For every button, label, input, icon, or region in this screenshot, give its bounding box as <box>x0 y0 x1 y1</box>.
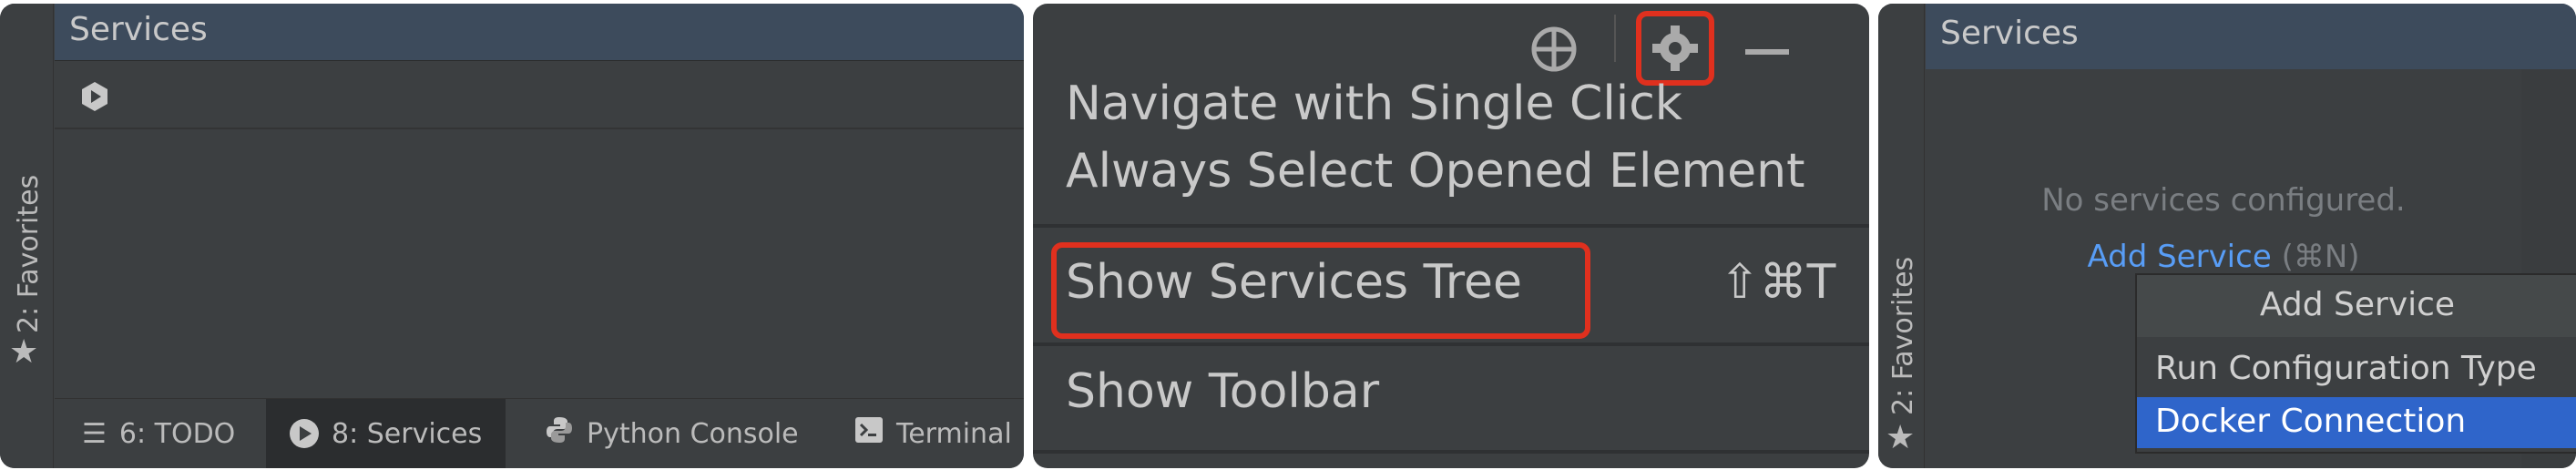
menu-separator <box>1033 224 1869 228</box>
terminal-icon <box>854 416 884 451</box>
left-tool-strip: 2: Favorites ★ <box>0 4 54 468</box>
popup-item-run-configuration-type[interactable]: Run Configuration Type <box>2137 344 2576 395</box>
favorites-strip-label[interactable]: 2: Favorites <box>1887 257 1919 415</box>
add-service-popup: Add Service Run Configuration Type Docke… <box>2135 273 2576 454</box>
menu-item-always-select-opened[interactable]: Always Select Opened Element <box>1066 144 1804 199</box>
tool-window-title: Services <box>69 11 208 48</box>
tab-terminal-label: Terminal <box>896 417 1012 450</box>
popup-title: Add Service <box>2137 275 2576 337</box>
star-icon: ★ <box>9 333 39 371</box>
tab-todo[interactable]: ☰ 6: TODO <box>82 399 235 468</box>
services-content-area <box>55 129 1024 399</box>
tab-python-console-label: Python Console <box>587 417 799 450</box>
add-service-line: Add Service (⌘N) <box>1926 239 2521 275</box>
python-icon <box>545 415 574 452</box>
empty-state-text: No services configured. <box>2041 182 2406 219</box>
tab-services-label: 8: Services <box>332 417 483 450</box>
services-empty-panel: 2: Favorites ★ Services No services conf… <box>1878 4 2576 468</box>
tool-window-header: Services <box>55 4 1024 61</box>
menu-separator <box>1033 450 1869 454</box>
shortcut-show-services-tree: ⇧⌘T <box>1720 255 1836 310</box>
minimize-icon[interactable] <box>1745 49 1789 55</box>
gear-highlight-box <box>1636 11 1714 86</box>
left-tool-strip: 2: Favorites ★ <box>1878 4 1925 468</box>
add-service-link[interactable]: Add Service <box>2087 239 2271 275</box>
bottom-tool-bar: ☰ 6: TODO 8: Services Python Console Ter… <box>55 398 1024 468</box>
menu-separator <box>1033 342 1869 346</box>
run-icon <box>290 419 319 448</box>
show-services-tree-highlight-box <box>1051 242 1590 339</box>
star-icon: ★ <box>1886 419 1916 456</box>
crosshair-icon[interactable] <box>1527 22 1581 80</box>
run-hexagon-icon[interactable] <box>78 80 111 117</box>
gear-options-menu-panel: Navigate with Single Click Always Select… <box>1033 4 1869 468</box>
services-toolbar <box>55 62 1024 129</box>
tool-window-title: Services <box>1940 15 2079 52</box>
header-divider <box>1614 15 1616 62</box>
tool-window-header: Services <box>1926 4 2576 69</box>
tab-python-console[interactable]: Python Console <box>545 399 799 468</box>
list-icon: ☰ <box>82 417 107 450</box>
tab-terminal[interactable]: Terminal <box>854 399 1012 468</box>
menu-item-navigate-single-click[interactable]: Navigate with Single Click <box>1066 77 1682 131</box>
menu-item-show-toolbar[interactable]: Show Toolbar <box>1066 364 1379 419</box>
tab-todo-label: 6: TODO <box>118 417 236 450</box>
tab-services[interactable]: 8: Services <box>266 399 506 468</box>
add-service-shortcut: (⌘N) <box>2281 239 2360 275</box>
favorites-strip-label[interactable]: 2: Favorites <box>13 175 45 333</box>
popup-item-docker-connection[interactable]: Docker Connection <box>2137 397 2576 448</box>
services-tool-window-panel: 2: Favorites ★ Services ☰ 6: TODO 8: Ser… <box>0 4 1024 468</box>
